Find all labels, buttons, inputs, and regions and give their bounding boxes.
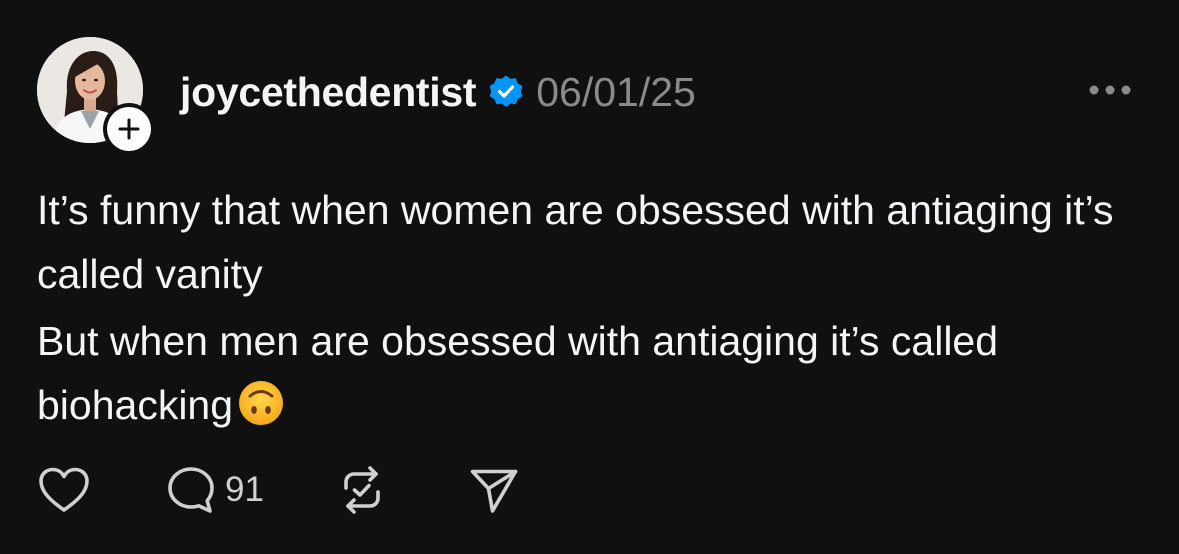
comment-icon xyxy=(168,467,214,513)
share-button[interactable] xyxy=(468,464,520,516)
follow-badge xyxy=(107,107,151,151)
post-paragraph: It’s funny that when women are obsessed … xyxy=(37,187,1114,297)
post-body: It’s funny that when women are obsessed … xyxy=(37,178,1157,440)
thread-post: joycethedentist 06/01/25 It’s funny that… xyxy=(0,0,1179,554)
username[interactable]: joycethedentist xyxy=(180,69,477,116)
follow-button[interactable] xyxy=(103,103,155,155)
post-paragraph: But when men are obsessed with antiaging… xyxy=(37,318,999,428)
heart-icon xyxy=(39,467,89,512)
send-icon xyxy=(470,469,518,513)
repost-button[interactable] xyxy=(336,464,388,516)
like-button[interactable] xyxy=(37,466,91,514)
post-paragraph-with-emoji: But when men are obsessed with antiaging… xyxy=(37,309,1157,437)
repost-icon xyxy=(344,466,380,514)
post-actions: 91 xyxy=(37,462,520,518)
upside-down-face-emoji xyxy=(237,379,285,427)
more-options-button[interactable] xyxy=(1086,76,1134,104)
verified-badge-icon xyxy=(488,74,524,110)
post-timestamp: 06/01/25 xyxy=(536,68,696,115)
reply-button[interactable]: 91 xyxy=(165,464,264,516)
avatar-container xyxy=(37,37,155,155)
plus-icon xyxy=(118,118,140,140)
more-horizontal-icon xyxy=(1089,85,1131,95)
post-header: joycethedentist 06/01/25 xyxy=(180,64,696,120)
reply-count: 91 xyxy=(225,470,264,509)
